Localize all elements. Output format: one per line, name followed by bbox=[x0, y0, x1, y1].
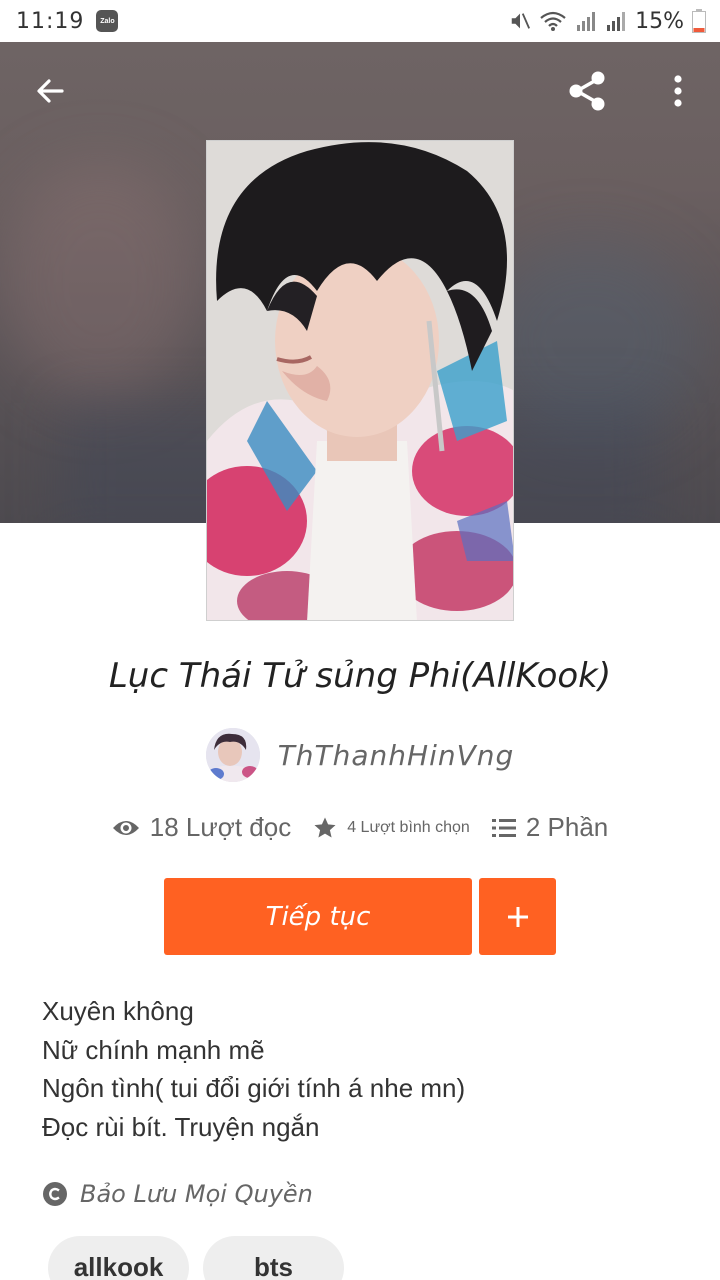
author-name[interactable]: ThThanhHinVng bbox=[278, 739, 515, 772]
more-vertical-icon bbox=[674, 75, 682, 107]
parts-count: 2 Phần bbox=[525, 812, 609, 842]
signal-icon bbox=[607, 12, 626, 31]
mute-icon bbox=[511, 13, 531, 29]
add-to-library-button[interactable] bbox=[479, 878, 556, 955]
cover-illustration bbox=[207, 141, 513, 620]
description-line: Đọc rùi bít. Truyện ngắn bbox=[42, 1111, 320, 1142]
copyright-notice: Bảo Lưu Mọi Quyền bbox=[42, 1180, 313, 1208]
wifi-icon bbox=[540, 11, 566, 31]
battery-percent: 15% bbox=[635, 8, 684, 34]
continue-reading-button[interactable]: Tiếp tục bbox=[164, 878, 472, 955]
status-left: 11:19 Zalo bbox=[16, 8, 119, 34]
copyright-text: Bảo Lưu Mọi Quyền bbox=[80, 1180, 313, 1208]
hero-blur-shape bbox=[0, 162, 200, 402]
more-options-button[interactable] bbox=[656, 66, 700, 116]
zalo-notification-icon: Zalo bbox=[96, 10, 119, 32]
story-title: Lục Thái Tử sủng Phi(AllKook) bbox=[108, 656, 612, 696]
status-bar: 11:19 Zalo 15% bbox=[0, 0, 720, 42]
back-button[interactable] bbox=[22, 68, 78, 114]
author-avatar[interactable] bbox=[205, 728, 260, 782]
list-icon bbox=[491, 818, 516, 837]
tag-list: allkook bts bbox=[48, 1236, 344, 1280]
tag-bts[interactable]: bts bbox=[203, 1236, 344, 1280]
description-line: Nữ chính mạnh mẽ bbox=[42, 1034, 265, 1065]
eye-icon bbox=[112, 820, 139, 835]
tag-allkook[interactable]: allkook bbox=[48, 1236, 189, 1280]
battery-icon bbox=[692, 9, 706, 33]
author-link[interactable]: ThThanhHinVng bbox=[0, 728, 720, 782]
parts-stat: 2 Phần bbox=[491, 812, 609, 843]
copyright-icon bbox=[43, 1182, 67, 1206]
status-right: 15% bbox=[509, 9, 706, 34]
plus-icon bbox=[507, 906, 528, 927]
arrow-left-icon bbox=[37, 79, 64, 103]
signal-icon bbox=[577, 12, 596, 31]
share-button[interactable] bbox=[560, 66, 614, 116]
votes-count: 4 Lượt bình chọn bbox=[347, 818, 470, 836]
story-description: Xuyên không Nữ chính mạnh mẽ Ngôn tình( … bbox=[42, 992, 682, 1146]
votes-stat: 4 Lượt bình chọn bbox=[313, 816, 470, 840]
description-line: Ngôn tình( tui đổi giới tính á nhe mn) bbox=[42, 1073, 466, 1103]
share-icon bbox=[569, 71, 605, 111]
book-cover[interactable] bbox=[206, 140, 514, 621]
star-icon bbox=[314, 817, 336, 837]
status-time: 11:19 bbox=[16, 8, 85, 34]
avatar-image bbox=[205, 728, 260, 782]
reads-count: 18 Lượt đọc bbox=[149, 812, 292, 842]
reads-stat: 18 Lượt đọc bbox=[112, 812, 291, 843]
story-stats: 18 Lượt đọc 4 Lượt bình chọn 2 Phần bbox=[0, 812, 720, 843]
description-line: Xuyên không bbox=[42, 996, 194, 1026]
